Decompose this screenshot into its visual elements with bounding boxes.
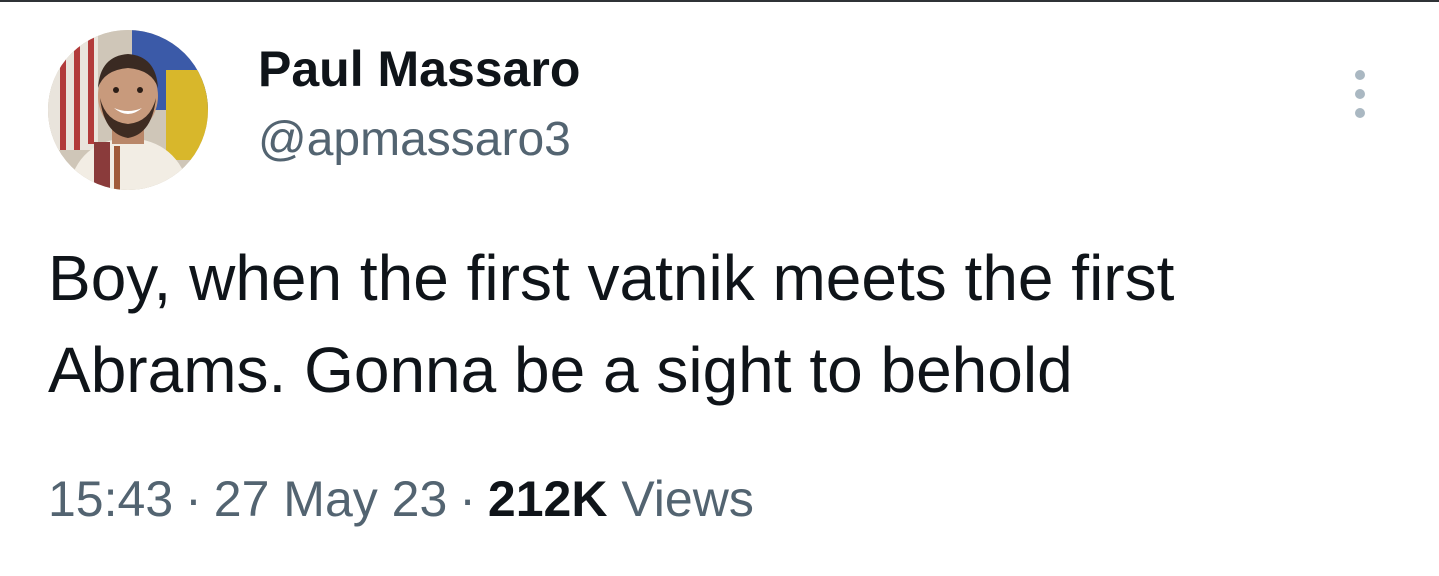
profile-photo-icon <box>48 30 208 190</box>
tweet-text-line: Abrams. Gonna be a sight to behold <box>48 334 1073 406</box>
tweet-date[interactable]: 27 May 23 <box>214 471 447 527</box>
views-label: Views <box>621 471 754 527</box>
more-vertical-icon-dot <box>1355 89 1365 99</box>
more-vertical-icon <box>1355 70 1365 80</box>
more-vertical-icon-dot <box>1355 108 1365 118</box>
view-count[interactable]: 212K <box>488 471 608 527</box>
author-display-name[interactable]: Paul Massaro <box>258 38 580 100</box>
tweet-time[interactable]: 15:43 <box>48 471 173 527</box>
tweet-card: Paul Massaro @apmassaro3 Boy, when the f… <box>0 0 1439 576</box>
more-options-button[interactable] <box>1336 62 1384 126</box>
author-handle[interactable]: @apmassaro3 <box>258 110 571 170</box>
tweet-text-line: Boy, when the first vatnik meets the fir… <box>48 242 1175 314</box>
tweet-text: Boy, when the first vatnik meets the fir… <box>48 232 1408 416</box>
avatar[interactable] <box>48 30 208 190</box>
meta-separator: · <box>185 471 202 527</box>
tweet-metadata: 15:43 · 27 May 23 · 212K Views <box>48 468 754 530</box>
meta-separator: · <box>459 471 476 527</box>
